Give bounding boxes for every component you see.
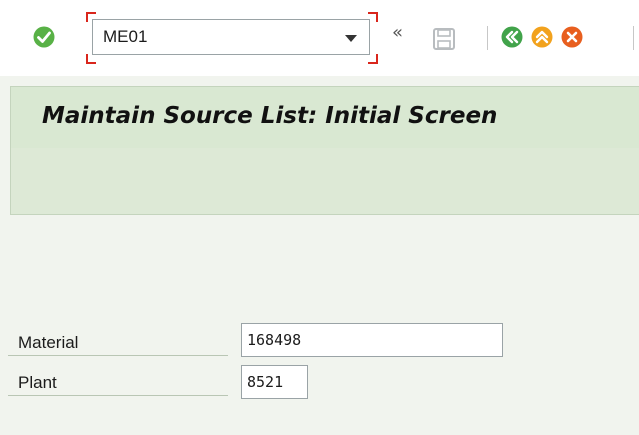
frame-border bbox=[10, 86, 11, 214]
command-field-wrapper: ME01 bbox=[86, 12, 378, 64]
cancel-icon[interactable] bbox=[561, 26, 583, 48]
chevron-down-icon[interactable] bbox=[345, 35, 357, 42]
toolbar-separator bbox=[487, 26, 488, 50]
material-input[interactable]: 168498 bbox=[241, 323, 503, 357]
back-icon[interactable] bbox=[501, 26, 523, 48]
plant-label: Plant bbox=[8, 370, 228, 396]
focus-corner bbox=[86, 54, 96, 64]
exit-icon[interactable] bbox=[531, 26, 553, 48]
save-icon[interactable] bbox=[432, 27, 456, 51]
title-bar: Maintain Source List: Initial Screen bbox=[10, 86, 639, 149]
application-toolbar bbox=[10, 148, 639, 215]
enter-check-icon[interactable] bbox=[33, 26, 55, 48]
system-toolbar: ME01 « bbox=[0, 0, 639, 76]
focus-corner bbox=[368, 54, 378, 64]
collapse-toolbar-icon[interactable]: « bbox=[392, 24, 403, 42]
command-field[interactable]: ME01 bbox=[92, 19, 370, 55]
toolbar-separator bbox=[633, 26, 634, 50]
page-title: Maintain Source List: Initial Screen bbox=[42, 103, 498, 129]
plant-input[interactable]: 8521 bbox=[241, 365, 308, 399]
material-label: Material bbox=[8, 330, 228, 356]
command-field-value: ME01 bbox=[103, 27, 148, 46]
